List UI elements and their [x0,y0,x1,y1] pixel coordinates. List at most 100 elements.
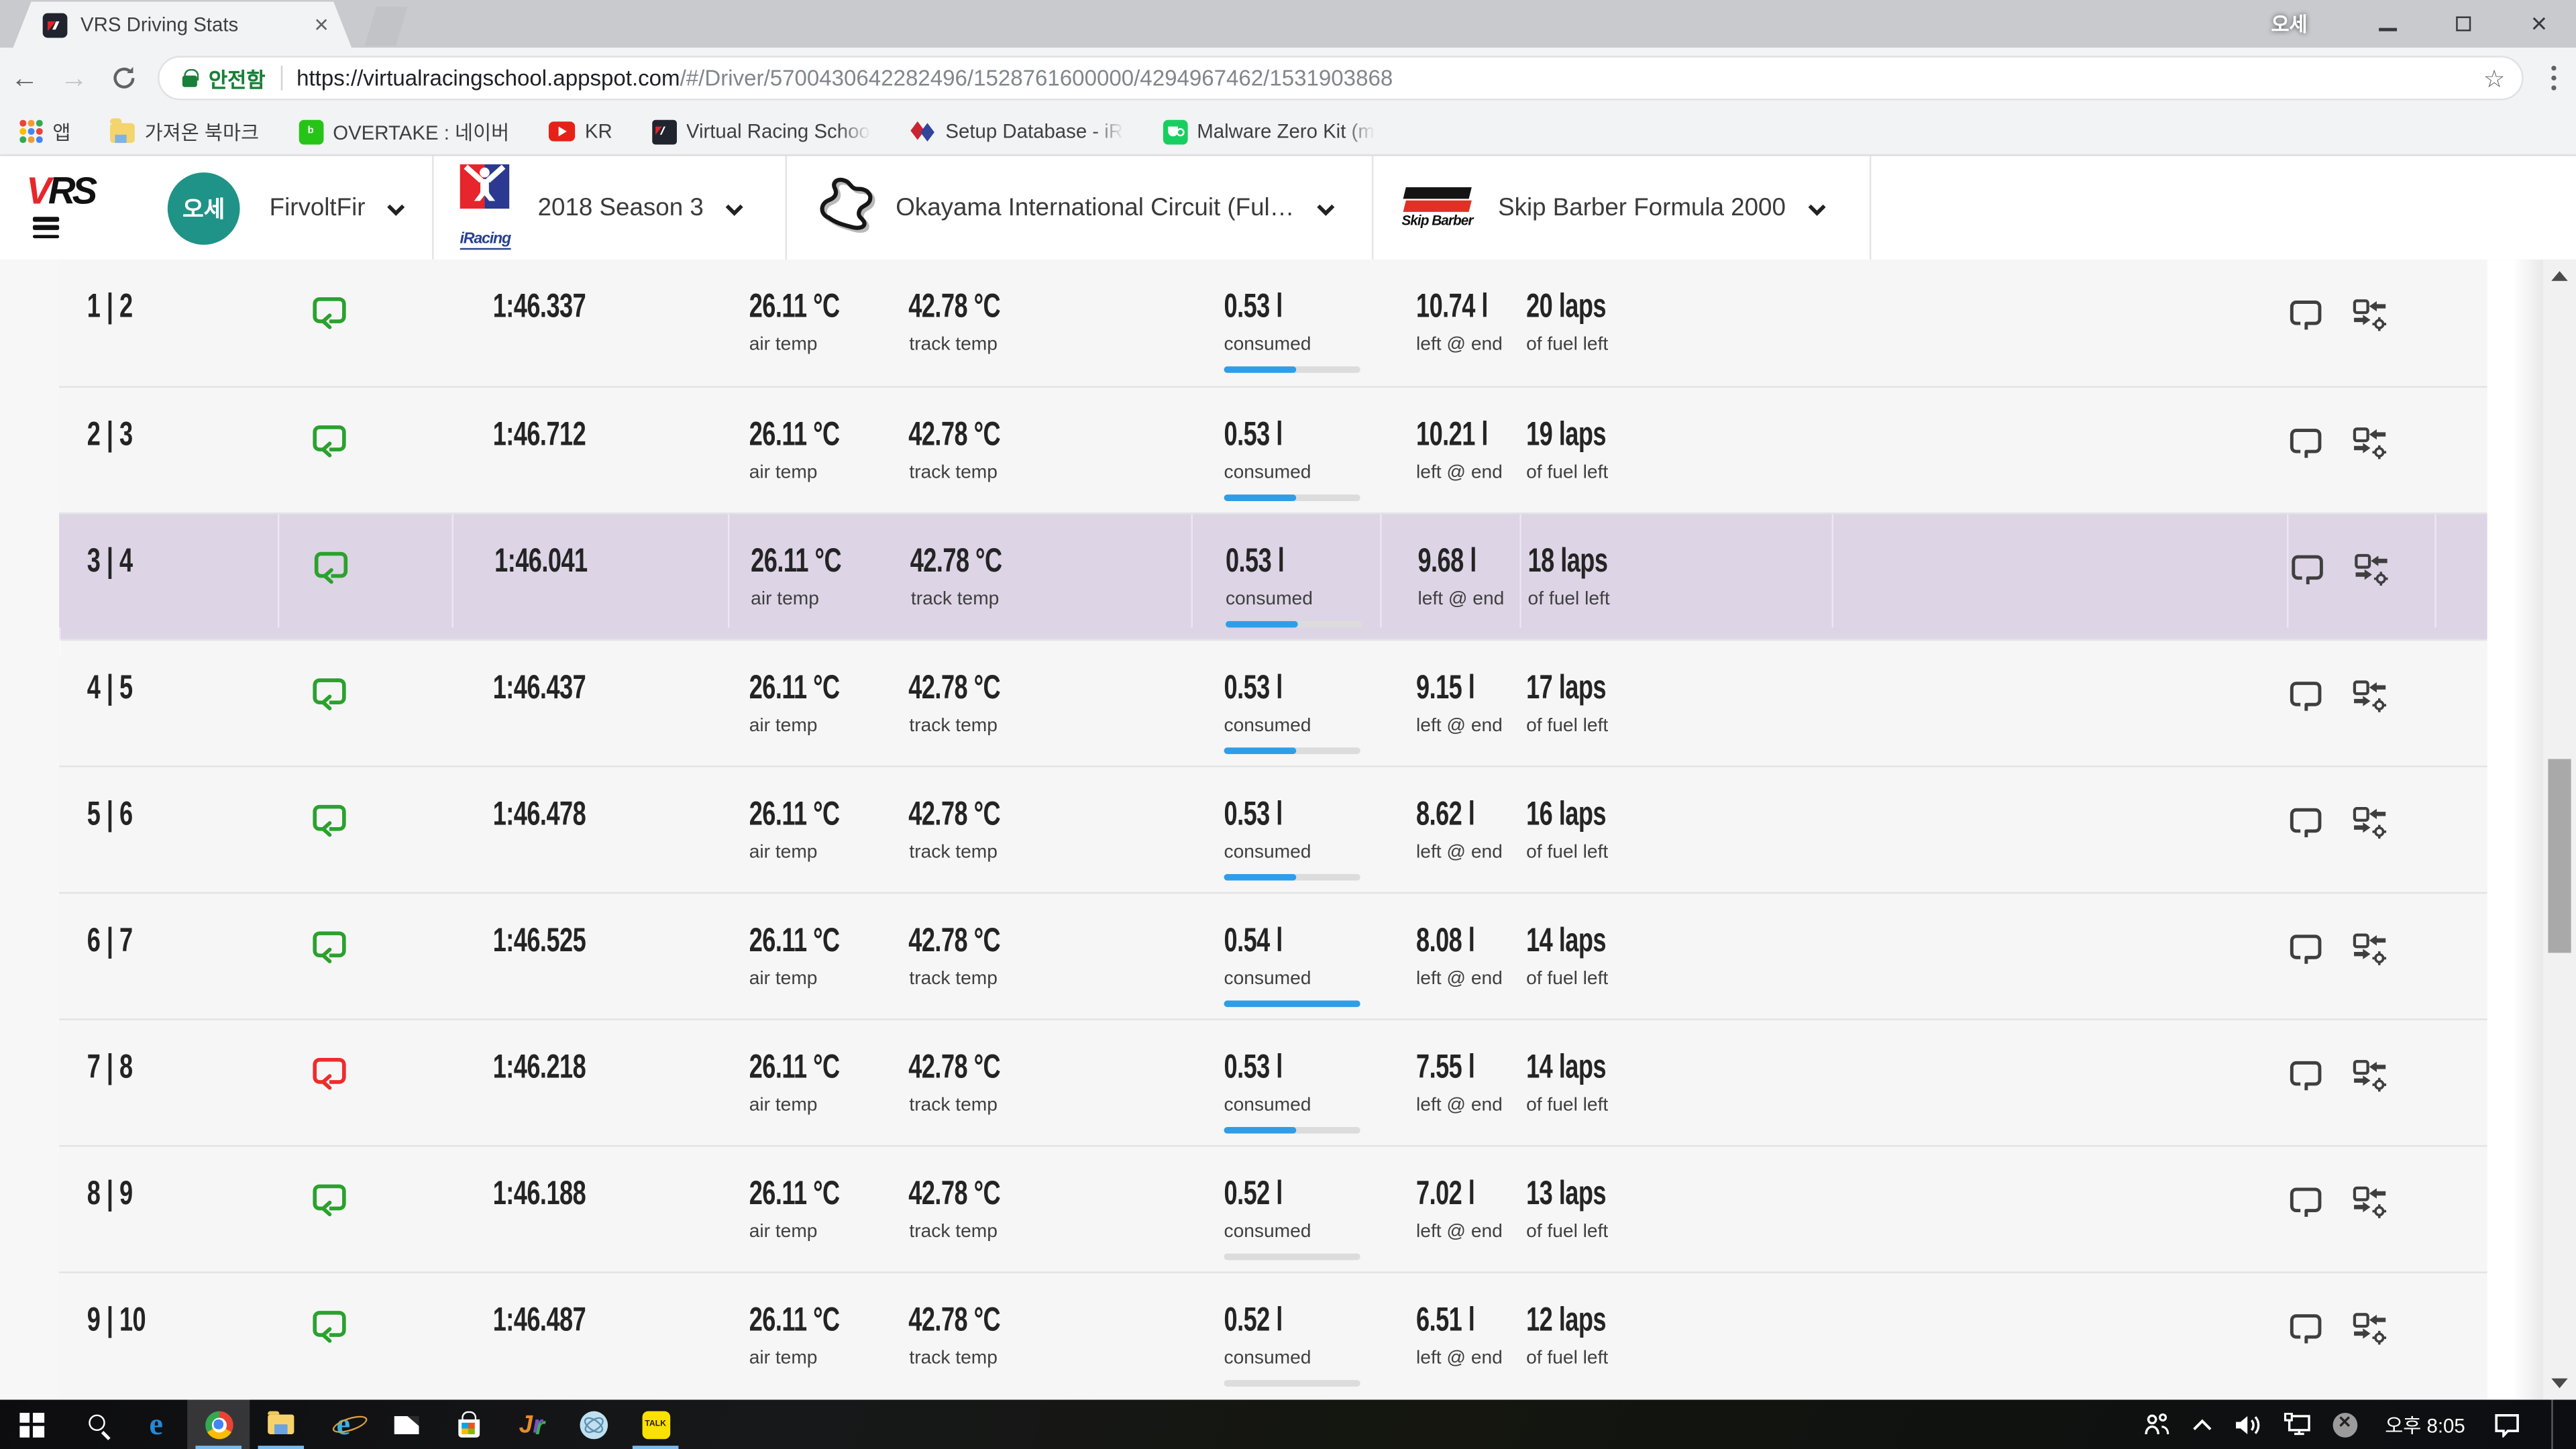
lap-row[interactable]: 4 | 5 1:46.437 26.11 °C air temp 42.78 °… [59,639,2487,766]
refresh-button[interactable] [99,66,148,91]
scroll-up-icon[interactable] [2551,271,2567,281]
store-icon[interactable] [437,1400,499,1449]
lap-time: 1:46.437 [493,669,586,708]
bookmark-apps[interactable]: 앱 [19,117,70,146]
forward-button[interactable]: → [49,62,98,95]
youtube-icon [549,121,575,141]
laps-of-fuel-left: 12 laps of fuel left [1519,1273,1831,1387]
file-explorer-icon[interactable] [250,1400,312,1449]
scroll-down-icon[interactable] [2551,1379,2567,1389]
lap-pair: 8 | 9 [87,1175,133,1214]
new-tab-button[interactable] [365,7,408,46]
compare-lap-icon[interactable] [2353,425,2387,501]
bookmark-imported[interactable]: 가져온 북마크 [110,117,259,146]
vrs-logo[interactable]: VRS [26,173,128,211]
track-temp: 42.78 °C track temp [909,669,1036,754]
bookmark-kr[interactable]: KR [549,120,612,143]
search-button[interactable] [62,1400,125,1449]
jr-app-icon[interactable]: Jr [499,1400,561,1449]
chrome-menu-icon[interactable] [2530,66,2576,90]
lap-outline-icon[interactable] [2287,805,2324,881]
lap-valid-icon [309,676,350,712]
bookmark-star-icon[interactable]: ☆ [2483,64,2506,94]
lap-row[interactable]: 1 | 2 1:46.337 26.11 °C air temp 42.78 °… [59,260,2487,386]
compare-lap-icon[interactable] [2353,1311,2387,1387]
driver-select[interactable]: FirvoltFir [270,194,407,222]
lap-pair: 6 | 7 [87,922,133,961]
start-button[interactable] [0,1400,62,1449]
car-select[interactable]: Skip Barber Formula 2000 [1498,194,1827,222]
vertical-scrollbar[interactable] [2543,260,2576,1400]
lap-row[interactable]: 9 | 10 1:46.487 26.11 °C air temp 42.78 … [59,1272,2487,1399]
stint-lap-table: 1 | 2 1:46.337 26.11 °C air temp 42.78 °… [0,260,2576,1400]
volume-icon[interactable] [2234,1413,2262,1435]
bookmark-virtual-racing-school[interactable]: Virtual Racing Schoo [651,119,869,144]
lap-row[interactable]: 7 | 8 1:46.218 26.11 °C air temp 42.78 °… [59,1018,2487,1145]
network-icon[interactable] [2283,1413,2311,1436]
restore-button[interactable] [2426,0,2502,48]
fuel-consumed: 0.54 l consumed [1191,894,1381,1007]
track-select[interactable]: Okayama International Circuit (Ful… [896,194,1335,222]
browser-tab[interactable]: VRS Driving Stats × [13,1,352,48]
track-temp: 42.78 °C track temp [909,288,1036,374]
kakaotalk-icon[interactable]: TALK [625,1400,687,1449]
back-button[interactable]: ← [0,62,49,95]
people-icon[interactable] [2143,1413,2169,1436]
compare-lap-icon[interactable] [2353,932,2387,1008]
lap-row[interactable]: 5 | 6 1:46.478 26.11 °C air temp 42.78 °… [59,765,2487,892]
fuel-left: 6.51 l left @ end [1380,1273,1519,1387]
address-bar[interactable]: 안전함 https://virtualracingschool.appspot.… [158,56,2524,100]
tray-expand-chevron-icon[interactable] [2191,1417,2212,1432]
clock[interactable]: 오후 8:05 [2385,1410,2465,1438]
compare-lap-icon[interactable] [2353,297,2387,373]
vrs-favicon-icon [43,12,68,37]
bookmark-overtake[interactable]: b OVERTAKE : 네이버 [299,117,509,146]
status-x-icon[interactable]: ✕ [2332,1412,2357,1437]
driver-avatar[interactable]: 오세 [168,172,240,244]
internet-explorer-icon[interactable]: e [312,1400,374,1449]
compare-lap-icon[interactable] [2353,805,2387,881]
fuel-consumed: 0.53 l consumed [1191,641,1381,754]
lap-outline-icon[interactable] [2287,297,2324,373]
edge-icon[interactable]: e [125,1400,187,1449]
chrome-icon[interactable] [187,1400,250,1449]
laps-of-fuel-left: 14 laps of fuel left [1519,894,1831,1007]
secure-lock-icon[interactable] [182,76,197,87]
lap-outline-icon[interactable] [2287,1058,2324,1134]
laps-of-fuel-left: 18 laps of fuel left [1519,515,1831,628]
mail-icon[interactable] [374,1400,437,1449]
lap-pair: 4 | 5 [87,669,133,708]
bookmark-setup-database[interactable]: Setup Database - iR [910,120,1124,143]
fuel-consumed-bar [1224,494,1360,501]
security-label[interactable]: 안전함 [209,62,266,94]
lap-row[interactable]: 8 | 9 1:46.188 26.11 °C air temp 42.78 °… [59,1145,2487,1272]
tab-bar: VRS Driving Stats × 오세 × [0,0,2576,48]
lap-pair: 3 | 4 [87,542,133,581]
lap-outline-icon[interactable] [2288,552,2326,628]
season-select[interactable]: 2018 Season 3 [538,194,745,222]
lap-row[interactable]: 3 | 4 1:46.041 26.11 °C air temp 42.78 °… [59,513,2487,639]
lap-outline-icon[interactable] [2287,1311,2324,1387]
lap-row[interactable]: 6 | 7 1:46.525 26.11 °C air temp 42.78 °… [59,892,2487,1019]
action-center-icon[interactable] [2493,1412,2519,1437]
compare-lap-icon[interactable] [2353,678,2387,754]
url-text[interactable]: https://virtualracingschool.appspot.com/… [297,66,2502,91]
bookmark-malware-zero[interactable]: Malware Zero Kit (m [1163,119,1375,144]
compare-lap-icon[interactable] [2353,1058,2387,1134]
menu-hamburger-icon[interactable] [33,217,59,239]
lap-outline-icon[interactable] [2287,932,2324,1008]
atom-app-icon[interactable] [562,1400,625,1449]
lap-row[interactable]: 2 | 3 1:46.712 26.11 °C air temp 42.78 °… [59,386,2487,513]
show-desktop-button[interactable] [2551,1400,2561,1449]
compare-lap-icon[interactable] [2353,1185,2387,1260]
scrollbar-thumb[interactable] [2548,759,2571,953]
lap-outline-icon[interactable] [2287,1185,2324,1260]
compare-lap-icon[interactable] [2354,552,2388,628]
lap-outline-icon[interactable] [2287,425,2324,501]
minimize-button[interactable] [2350,0,2426,48]
chrome-profile-badge[interactable]: 오세 [2271,10,2307,38]
air-temp: 26.11 °C air temp [751,542,876,628]
lap-outline-icon[interactable] [2287,678,2324,754]
tab-close-icon[interactable]: × [314,12,328,37]
close-button[interactable]: × [2502,0,2576,48]
